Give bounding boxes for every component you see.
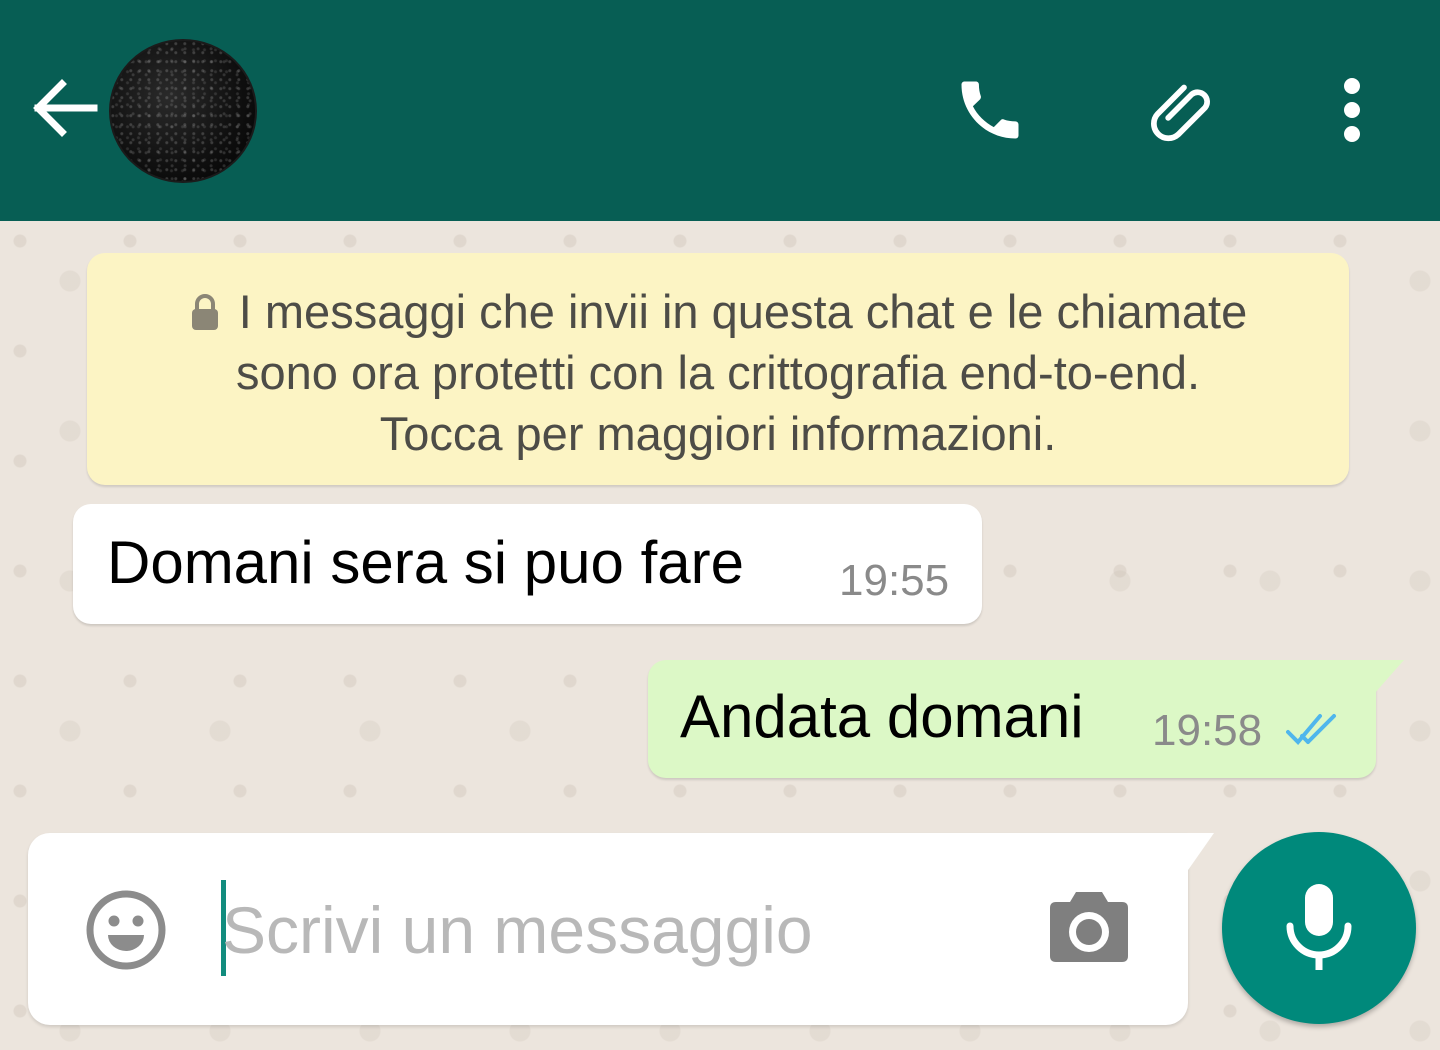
message-time: 19:55	[839, 556, 950, 605]
chat-header	[0, 0, 1440, 221]
emoji-icon	[86, 890, 166, 970]
notice-line-1: I messaggi che invii in questa chat e le…	[238, 285, 1248, 338]
microphone-icon	[1286, 884, 1352, 970]
encryption-notice[interactable]: I messaggi che invii in questa chat e le…	[87, 253, 1349, 485]
notice-line-2: sono ora protetti con la crittografia en…	[235, 346, 1201, 399]
bubble-tail	[1374, 660, 1404, 694]
message-text: Andata domani	[680, 683, 1084, 750]
composer-tail	[1186, 833, 1214, 873]
contact-avatar[interactable]	[109, 39, 257, 183]
more-options-button[interactable]	[1328, 72, 1376, 148]
notice-line: I messaggi che invii in questa chat e le…	[87, 281, 1349, 342]
notice-line-3: Tocca per maggiori informazioni.	[379, 407, 1057, 460]
arrow-left-icon	[33, 79, 98, 137]
phone-icon	[961, 81, 1019, 139]
call-button[interactable]	[948, 72, 1032, 148]
message-text: Domani sera si puo fare	[107, 529, 744, 596]
message-time: 19:58	[1152, 706, 1263, 755]
outgoing-message-bubble[interactable]: Andata domani 19:58	[648, 660, 1376, 778]
emoji-button[interactable]	[84, 888, 168, 972]
message-input[interactable]	[222, 880, 1022, 980]
more-vert-icon	[1344, 78, 1360, 142]
notice-text: I messaggi che invii in questa chat e le…	[87, 281, 1349, 464]
camera-icon	[1050, 892, 1128, 962]
lock-icon	[191, 294, 218, 330]
back-button[interactable]	[28, 72, 100, 144]
attach-button[interactable]	[1138, 72, 1230, 148]
incoming-message-bubble[interactable]: Domani sera si puo fare 19:55	[73, 504, 982, 624]
voice-record-button[interactable]	[1222, 832, 1416, 1024]
paperclip-icon	[1151, 84, 1210, 142]
double-check-icon	[1286, 714, 1336, 745]
camera-button[interactable]	[1046, 890, 1132, 964]
